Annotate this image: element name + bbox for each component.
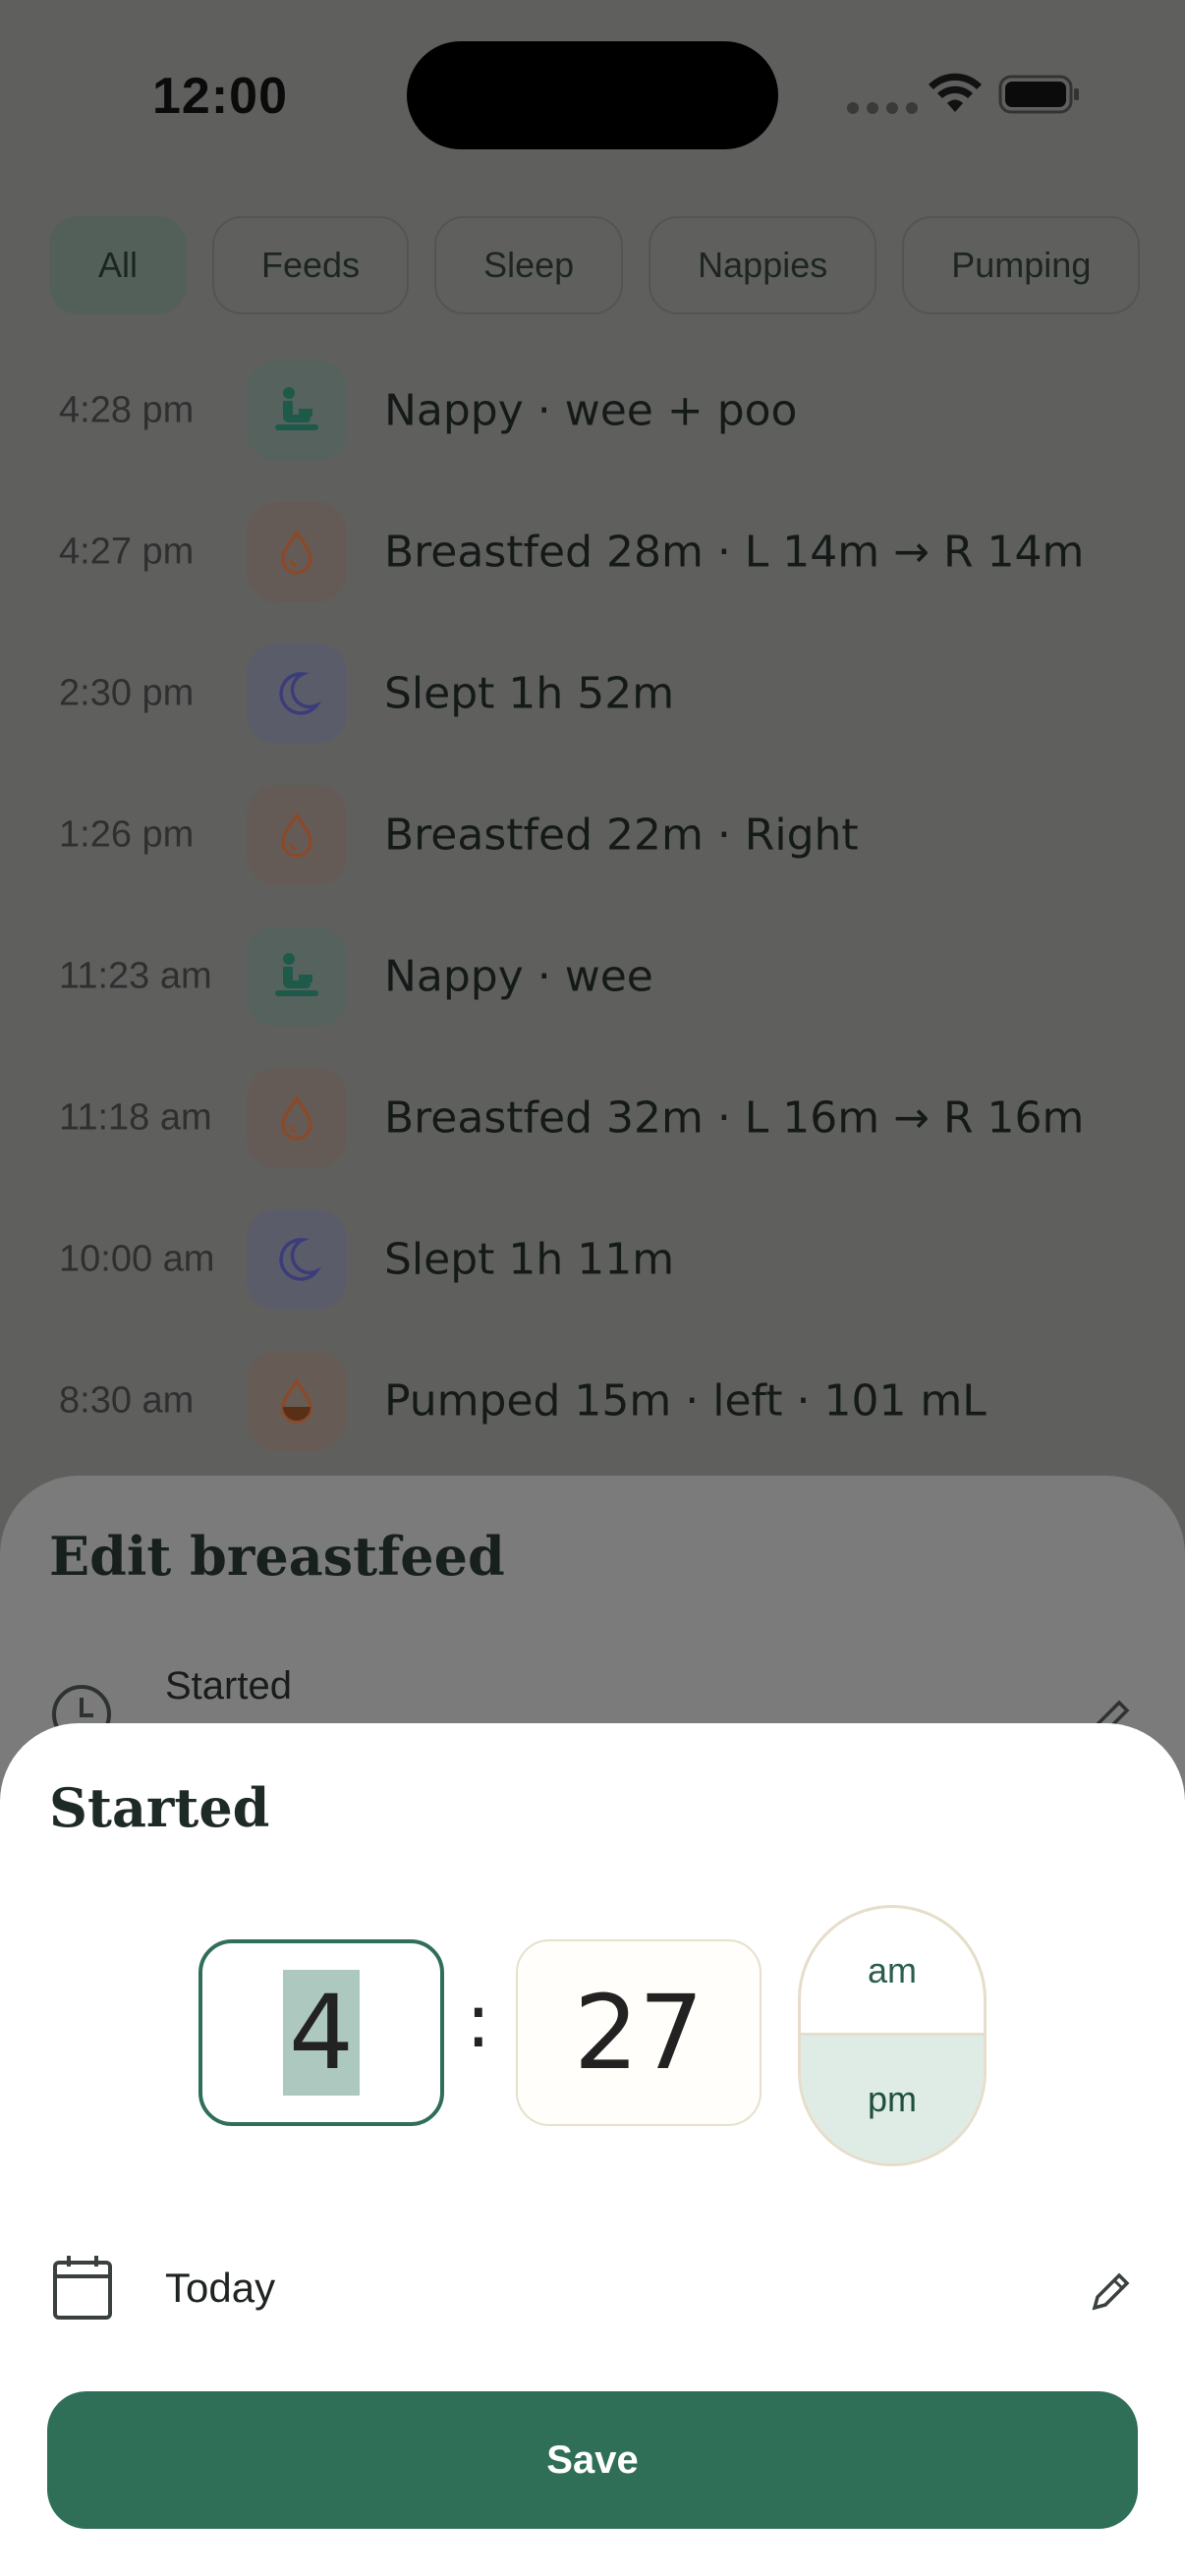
breastfeed-drop-icon (247, 1068, 347, 1168)
minute-value: 27 (573, 1973, 705, 2093)
pencil-icon[interactable] (1087, 2267, 1136, 2316)
time-separator: : (466, 1977, 491, 2064)
log-time: 1:26 pm (59, 813, 195, 856)
filter-chip-feeds[interactable]: Feeds (212, 216, 410, 314)
pump-drop-icon (247, 1351, 347, 1451)
log-entry[interactable]: 4:28 pm Nappy · wee + poo (0, 340, 1185, 481)
log-time: 8:30 am (59, 1379, 195, 1422)
calendar-icon (53, 2256, 112, 2320)
filter-chip-nappies[interactable]: Nappies (649, 216, 877, 314)
log-description: Nappy · wee (384, 951, 653, 1002)
log-time: 4:27 pm (59, 531, 195, 573)
hour-input[interactable]: 4 (198, 1939, 444, 2126)
started-time-picker-sheet: Started 4 : 27 am pm Today Save (0, 1723, 1185, 2576)
breastfeed-drop-icon (247, 502, 347, 602)
pm-option[interactable]: pm (801, 2036, 984, 2163)
log-time: 2:30 pm (59, 672, 195, 714)
filter-chips: All Feeds Sleep Nappies Pumping (49, 216, 1141, 314)
log-time: 11:23 am (59, 955, 212, 997)
log-description: Slept 1h 52m (384, 668, 675, 719)
am-pm-toggle: am pm (798, 1905, 987, 2166)
minute-input[interactable]: 27 (516, 1939, 762, 2126)
log-entry[interactable]: 11:23 am Nappy · wee (0, 906, 1185, 1047)
log-time: 10:00 am (59, 1238, 215, 1280)
log-entry[interactable]: 2:30 pm Slept 1h 52m (0, 623, 1185, 764)
date-row[interactable]: Today (0, 2239, 1185, 2337)
filter-chip-all[interactable]: All (49, 216, 188, 314)
log-entry[interactable]: 4:27 pm Breastfed 28m · L 14m → R 14m (0, 481, 1185, 623)
log-entry[interactable]: 10:00 am Slept 1h 11m (0, 1189, 1185, 1330)
log-time: 11:18 am (59, 1096, 212, 1139)
log-description: Breastfed 32m · L 16m → R 16m (384, 1092, 1085, 1144)
log-entry[interactable]: 11:18 am Breastfed 32m · L 16m → R 16m (0, 1047, 1185, 1189)
log-description: Breastfed 22m · Right (384, 810, 859, 861)
edit-sheet-title: Edit breastfeed (49, 1525, 505, 1588)
nappy-icon (247, 926, 347, 1027)
cellular-signal-icon (847, 102, 918, 114)
moon-icon (247, 1209, 347, 1310)
log-entry[interactable]: 1:26 pm Breastfed 22m · Right (0, 764, 1185, 906)
filter-chip-sleep[interactable]: Sleep (434, 216, 624, 314)
filter-chip-pumping[interactable]: Pumping (902, 216, 1141, 314)
nappy-icon (247, 361, 347, 461)
log-description: Slept 1h 11m (384, 1234, 675, 1285)
log-time: 4:28 pm (59, 389, 195, 431)
log-description: Breastfed 28m · L 14m → R 14m (384, 527, 1085, 578)
am-option[interactable]: am (801, 1908, 984, 2036)
log-description: Nappy · wee + poo (384, 385, 798, 436)
wifi-icon (929, 73, 982, 112)
activity-log: 4:28 pm Nappy · wee + poo 4:27 pm Breast… (0, 340, 1185, 1472)
hour-value: 4 (282, 1970, 361, 2096)
started-field-label: Started (165, 1664, 292, 1708)
moon-icon (247, 644, 347, 744)
status-bar: 12:00 (0, 0, 1185, 187)
log-entry[interactable]: 8:30 am Pumped 15m · left · 101 mL (0, 1330, 1185, 1472)
status-time: 12:00 (152, 68, 288, 125)
picker-title: Started (49, 1776, 270, 1839)
dynamic-island (407, 41, 778, 149)
save-button[interactable]: Save (47, 2391, 1138, 2529)
date-value: Today (165, 2265, 276, 2311)
battery-icon (998, 75, 1079, 114)
breastfeed-drop-icon (247, 785, 347, 885)
log-description: Pumped 15m · left · 101 mL (384, 1375, 987, 1427)
